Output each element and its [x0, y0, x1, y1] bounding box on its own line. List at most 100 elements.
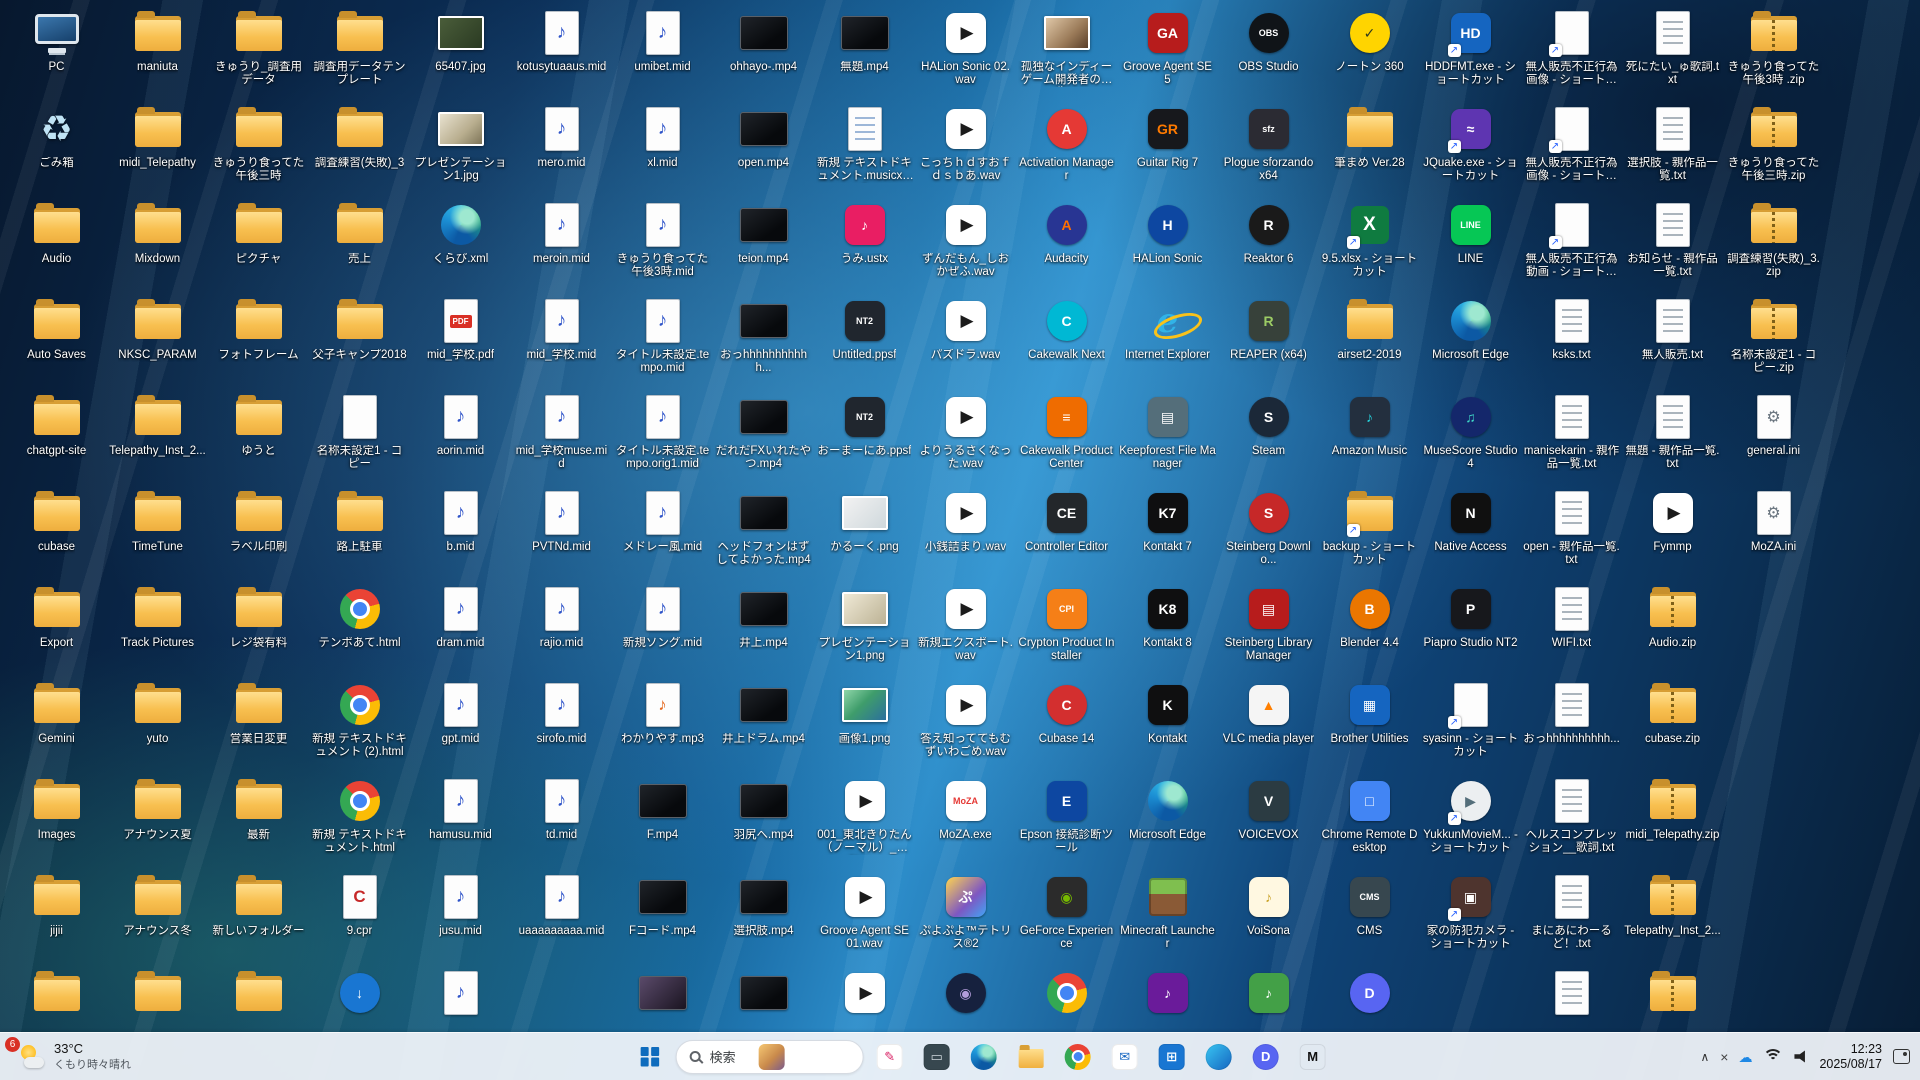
taskbar-app-capture-window[interactable]: ▭: [916, 1036, 958, 1078]
desktop-icon[interactable]: meroin.mid: [511, 196, 612, 292]
desktop-icon[interactable]: NT2おーまーにあ.ppsf: [814, 388, 915, 484]
desktop-icon[interactable]: PVTNd.mid: [511, 484, 612, 580]
desktop-icon[interactable]: [208, 964, 309, 1032]
desktop-icon[interactable]: かるーく.png: [814, 484, 915, 580]
desktop-icon[interactable]: 新規エクスポート.wav: [915, 580, 1016, 676]
desktop-icon[interactable]: ♪: [1117, 964, 1218, 1032]
desktop-icon[interactable]: こっちｈｄすおｆｄｓｂあ.wav: [915, 100, 1016, 196]
desktop-icon[interactable]: OBSOBS Studio: [1218, 4, 1319, 100]
desktop-icon[interactable]: 無題 - 親作品一覧.txt: [1622, 388, 1723, 484]
search-box[interactable]: 検索: [676, 1040, 864, 1074]
desktop-icon[interactable]: テンポあて.html: [309, 580, 410, 676]
desktop-icon[interactable]: Export: [6, 580, 107, 676]
taskbar-app-copilot[interactable]: [1198, 1036, 1240, 1078]
desktop-icon[interactable]: ♪VoiSona: [1218, 868, 1319, 964]
desktop-icon[interactable]: 新しいフォルダー: [208, 868, 309, 964]
desktop-icon[interactable]: Track Pictures: [107, 580, 208, 676]
desktop-icon[interactable]: 調査練習(失敗)_3.zip: [1723, 196, 1824, 292]
desktop-icon[interactable]: sfzPlogue sforzando x64: [1218, 100, 1319, 196]
desktop-icon[interactable]: chatgpt-site: [6, 388, 107, 484]
desktop-icon[interactable]: AActivation Manager: [1016, 100, 1117, 196]
desktop-icon[interactable]: LINELINE: [1420, 196, 1521, 292]
desktop-icon[interactable]: くらび.xml: [410, 196, 511, 292]
desktop-icon[interactable]: ▦Brother Utilities: [1319, 676, 1420, 772]
desktop-icon[interactable]: cubase: [6, 484, 107, 580]
desktop-icon[interactable]: K8Kontakt 8: [1117, 580, 1218, 676]
desktop-icon[interactable]: EEpson 接続診断ツール: [1016, 772, 1117, 868]
desktop-icon[interactable]: タイトル未設定.tempo.mid: [612, 292, 713, 388]
desktop-icon[interactable]: mid_学校muse.mid: [511, 388, 612, 484]
desktop-icon[interactable]: D: [1319, 964, 1420, 1032]
weather-widget[interactable]: 33°C くもり時々晴れ: [10, 1033, 141, 1080]
desktop-icon[interactable]: きゅうり_調査用データ: [208, 4, 309, 100]
desktop-icon[interactable]: jusu.mid: [410, 868, 511, 964]
desktop-icon[interactable]: 新規 テキストドキュメント (2).html: [309, 676, 410, 772]
desktop-icon[interactable]: ♪: [1218, 964, 1319, 1032]
clock[interactable]: 12:23 2025/08/17: [1819, 1042, 1882, 1072]
wifi-icon[interactable]: [1763, 1049, 1783, 1064]
desktop-icon[interactable]: ◉: [915, 964, 1016, 1032]
desktop-icon[interactable]: 小銭詰まり.wav: [915, 484, 1016, 580]
desktop-icon[interactable]: midi_Telepathy: [107, 100, 208, 196]
desktop-icon[interactable]: パズドラ.wav: [915, 292, 1016, 388]
desktop-icon[interactable]: open - 親作品一覧.txt: [1521, 484, 1622, 580]
desktop-icon[interactable]: ピクチャ: [208, 196, 309, 292]
desktop-icon[interactable]: AAudacity: [1016, 196, 1117, 292]
desktop-icon[interactable]: PC: [6, 4, 107, 100]
desktop-icon[interactable]: ヘルスコンプレッション__歌詞.txt: [1521, 772, 1622, 868]
desktop-icon[interactable]: HDHDDFMT.exe - ショートカット: [1420, 4, 1521, 100]
desktop-icon[interactable]: backup - ショートカット: [1319, 484, 1420, 580]
desktop-icon[interactable]: [1016, 964, 1117, 1032]
desktop-icon[interactable]: CPICrypton Product Installer: [1016, 580, 1117, 676]
tray-app-cloud-icon[interactable]: ☁: [1738, 1050, 1752, 1064]
desktop-icon[interactable]: おっhhhhhhhhhhh...: [713, 292, 814, 388]
taskbar-app-music-m[interactable]: M: [1292, 1036, 1334, 1078]
desktop-icon[interactable]: CMSCMS: [1319, 868, 1420, 964]
desktop-icon[interactable]: NKSC_PARAM: [107, 292, 208, 388]
desktop-icon[interactable]: midi_Telepathy.zip: [1622, 772, 1723, 868]
desktop-icon[interactable]: sirofo.mid: [511, 676, 612, 772]
desktop-icon[interactable]: ◉GeForce Experience: [1016, 868, 1117, 964]
desktop-icon[interactable]: 無人販売不正行為画像 - ショートカッ...: [1521, 4, 1622, 100]
desktop-icon[interactable]: yuto: [107, 676, 208, 772]
desktop-icon[interactable]: ごみ箱: [6, 100, 107, 196]
desktop-icon[interactable]: gpt.mid: [410, 676, 511, 772]
desktop-icon[interactable]: Telepathy_Inst_2...: [1622, 868, 1723, 964]
desktop-icon[interactable]: WIFI.txt: [1521, 580, 1622, 676]
desktop-icon[interactable]: プレゼンテーション1.jpg: [410, 100, 511, 196]
desktop-icon[interactable]: 答え知っててもむずいわごめ.wav: [915, 676, 1016, 772]
desktop-icon[interactable]: Auto Saves: [6, 292, 107, 388]
desktop-icon[interactable]: きゅうり食ってた午後三時: [208, 100, 309, 196]
desktop-icon[interactable]: レジ袋有料: [208, 580, 309, 676]
desktop-icon[interactable]: [814, 964, 915, 1032]
desktop-icon[interactable]: タイトル未設定.tempo.orig1.mid: [612, 388, 713, 484]
desktop-icon[interactable]: ぷぷよぷよ™テトリス®2: [915, 868, 1016, 964]
desktop-icon[interactable]: フォトフレーム: [208, 292, 309, 388]
desktop-icon[interactable]: RREAPER (x64): [1218, 292, 1319, 388]
volume-icon[interactable]: [1794, 1050, 1808, 1063]
desktop-icon[interactable]: 名称未設定1 - コピー: [309, 388, 410, 484]
desktop-icon[interactable]: Minecraft Launcher: [1117, 868, 1218, 964]
desktop-icon[interactable]: mid_学校.mid: [511, 292, 612, 388]
desktop-icon[interactable]: ゆうと: [208, 388, 309, 484]
desktop-icon[interactable]: ♪Amazon Music: [1319, 388, 1420, 484]
desktop-icon[interactable]: アナウンス冬: [107, 868, 208, 964]
taskbar-app-edge[interactable]: [963, 1036, 1005, 1078]
desktop-icon[interactable]: アナウンス夏: [107, 772, 208, 868]
desktop-icon[interactable]: 筆まめ Ver.28: [1319, 100, 1420, 196]
desktop-icon[interactable]: ohhayo-.mp4: [713, 4, 814, 100]
desktop-icon[interactable]: Images: [6, 772, 107, 868]
desktop-icon[interactable]: NNative Access: [1420, 484, 1521, 580]
desktop-icon[interactable]: Groove Agent SE 01.wav: [814, 868, 915, 964]
desktop-icon[interactable]: CCubase 14: [1016, 676, 1117, 772]
desktop-icon[interactable]: SSteinberg Downlo...: [1218, 484, 1319, 580]
desktop-icon[interactable]: mid_学校.pdf: [410, 292, 511, 388]
desktop-icon[interactable]: xl.mid: [612, 100, 713, 196]
desktop-icon[interactable]: ✓ノートン 360: [1319, 4, 1420, 100]
desktop-icon[interactable]: K7Kontakt 7: [1117, 484, 1218, 580]
desktop-icon[interactable]: 選択肢 - 親作品一覧.txt: [1622, 100, 1723, 196]
desktop-icon[interactable]: Fコード.mp4: [612, 868, 713, 964]
desktop-icon[interactable]: 売上: [309, 196, 410, 292]
desktop-icon[interactable]: Mixdown: [107, 196, 208, 292]
desktop-icon[interactable]: td.mid: [511, 772, 612, 868]
